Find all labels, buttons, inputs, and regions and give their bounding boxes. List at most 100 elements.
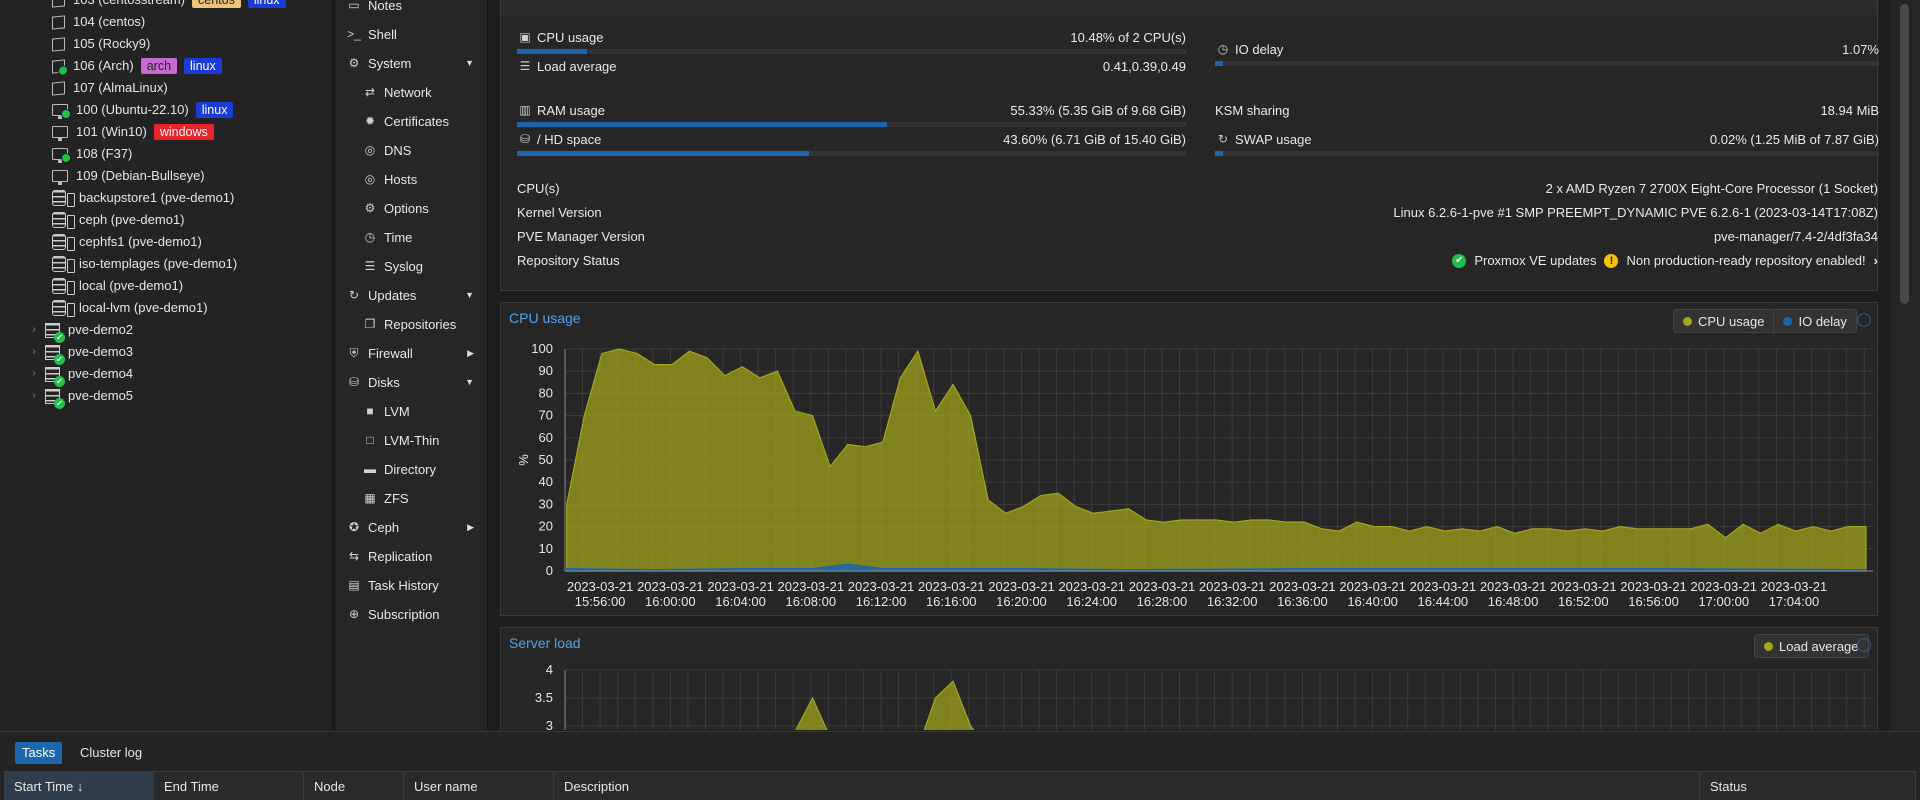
pve-version-value: pve-manager/7.4-2/4df3fa34	[1713, 229, 1878, 244]
tree-item-local-pve-demo1[interactable]: local (pve-demo1)	[52, 275, 183, 297]
menu-item-network[interactable]: ⇄ Network	[336, 78, 488, 107]
tab-cluster-log[interactable]: Cluster log	[73, 742, 149, 764]
x-tick-label-time: 16:24:00	[1066, 594, 1117, 609]
container-icon	[52, 14, 65, 30]
menu-item-time[interactable]: ◷ Time	[336, 223, 488, 252]
expand-chevron-icon[interactable]: ›	[28, 385, 40, 407]
tree-item-backupstore1-pve-demo1[interactable]: backupstore1 (pve-demo1)	[52, 187, 234, 209]
menu-item-dns[interactable]: ◎ DNS	[336, 136, 488, 165]
column-header-status[interactable]: Status	[1700, 772, 1916, 800]
refresh-icon: ↻	[348, 288, 360, 302]
menu-item-lvm[interactable]: ■ LVM	[336, 397, 488, 426]
menu-item-notes[interactable]: ▭ Notes	[336, 0, 488, 20]
tree-item-103-centosstream[interactable]: 103 (centosstream) centos linux	[52, 0, 286, 11]
load-average-metric: ☰ Load average 0.41,0.39,0.49	[517, 59, 1186, 89]
tree-item-pve-demo2[interactable]: › pve-demo2	[28, 319, 133, 343]
scrollbar-thumb[interactable]	[1900, 4, 1909, 304]
tree-item-106-arch[interactable]: 106 (Arch) arch linux	[52, 55, 222, 77]
y-tick-label: 4	[546, 662, 553, 677]
menu-item-zfs[interactable]: ▦ ZFS	[336, 484, 488, 513]
menu-item-syslog[interactable]: ☰ Syslog	[336, 252, 488, 281]
storage-icon	[52, 300, 75, 317]
y-tick-label: 60	[539, 430, 553, 445]
hd-space-fill	[517, 151, 809, 156]
tree-item-100-ubuntu-22-10[interactable]: 100 (Ubuntu-22.10) linux	[52, 99, 234, 121]
x-tick-label-date: 2023-03-21	[637, 579, 704, 594]
tab-tasks[interactable]: Tasks	[15, 742, 63, 764]
menu-item-certificates[interactable]: ✹ Certificates	[336, 107, 488, 136]
tree-item-101-win10[interactable]: 101 (Win10) windows	[52, 121, 214, 143]
menu-item-ceph[interactable]: ✪ Ceph ▶	[336, 513, 488, 542]
repo-status-value[interactable]: ✔ Proxmox VE updates ! Non production-re…	[1452, 253, 1878, 268]
column-header-end-time[interactable]: End Time	[154, 772, 304, 800]
tree-item-pve-demo5[interactable]: › pve-demo5	[28, 385, 133, 409]
caret-right-icon[interactable]: ▶	[467, 339, 474, 368]
io-delay-fill	[1215, 61, 1223, 66]
expand-chevron-icon[interactable]: ›	[28, 363, 40, 385]
cpu-usage-value: 10.48% of 2 CPU(s)	[1070, 30, 1186, 45]
column-header-user-name[interactable]: User name	[404, 772, 554, 800]
x-tick-label-date: 2023-03-21	[1058, 579, 1125, 594]
menu-item-replication[interactable]: ⇆ Replication	[336, 542, 488, 571]
x-tick-label-time: 16:48:00	[1488, 594, 1539, 609]
container-icon	[52, 80, 65, 96]
menu-item-lvm-thin[interactable]: □ LVM-Thin	[336, 426, 488, 455]
node-summary: ▣ CPU usage 10.48% of 2 CPU(s) ☰ Load av…	[490, 0, 1886, 730]
menu-item-repositories[interactable]: ❐ Repositories	[336, 310, 488, 339]
tree-item-pve-demo4[interactable]: › pve-demo4	[28, 363, 133, 387]
ksm-sharing-label: KSM sharing	[1215, 103, 1290, 118]
column-header-node[interactable]: Node	[304, 772, 404, 800]
tree-item-iso-templages-pve-demo1[interactable]: iso-templages (pve-demo1)	[52, 253, 237, 275]
repo-status-label: Repository Status	[517, 253, 620, 268]
tree-item-107-almalinux[interactable]: 107 (AlmaLinux)	[52, 77, 168, 99]
x-tick-label-date: 2023-03-21	[988, 579, 1054, 594]
pve-version-row: PVE Manager Version pve-manager/7.4-2/4d…	[517, 229, 1878, 249]
menu-item-directory[interactable]: ▬ Directory	[336, 455, 488, 484]
io-delay-label: IO delay	[1235, 42, 1284, 57]
tree-item-ceph-pve-demo1[interactable]: ceph (pve-demo1)	[52, 209, 185, 231]
caret-right-icon[interactable]: ▶	[467, 513, 474, 542]
menu-item-label: Time	[384, 230, 413, 245]
tree-item-105-rocky9[interactable]: 105 (Rocky9)	[52, 33, 150, 55]
x-tick-label-time: 16:36:00	[1277, 594, 1328, 609]
tree-item-108-f37[interactable]: 108 (F37)	[52, 143, 132, 165]
menu-item-system[interactable]: ⚙ System ▼	[336, 49, 488, 78]
x-tick-label-date: 2023-03-21	[707, 579, 774, 594]
column-header-description[interactable]: Description	[554, 772, 1700, 800]
tree-item-104-centos[interactable]: 104 (centos)	[52, 11, 145, 33]
tree-item-label: cephfs1 (pve-demo1)	[79, 234, 202, 249]
caret-down-icon[interactable]: ▼	[465, 49, 474, 78]
chart-settings-icon[interactable]	[1857, 313, 1871, 327]
tree-item-label: 108 (F37)	[76, 146, 133, 161]
menu-item-firewall[interactable]: ⛨ Firewall ▶	[336, 339, 488, 368]
caret-down-icon[interactable]: ▼	[465, 281, 474, 310]
menu-item-updates[interactable]: ↻ Updates ▼	[336, 281, 488, 310]
caret-down-icon[interactable]: ▼	[465, 368, 474, 397]
tree-item-local-lvm-pve-demo1[interactable]: local-lvm (pve-demo1)	[52, 297, 208, 319]
expand-chevron-icon[interactable]: ›	[28, 319, 40, 341]
menu-item-label: ZFS	[384, 491, 409, 506]
column-header-start-time[interactable]: Start Time ↓	[4, 772, 154, 800]
clock-icon: ◷	[1217, 42, 1229, 56]
expand-chevron-icon[interactable]: ›	[28, 341, 40, 363]
tree-item-pve-demo3[interactable]: › pve-demo3	[28, 341, 133, 365]
ceph-icon: ✪	[348, 520, 360, 534]
menu-item-disks[interactable]: ⛁ Disks ▼	[336, 368, 488, 397]
menu-item-hosts[interactable]: ◎ Hosts	[336, 165, 488, 194]
tree-item-label: backupstore1 (pve-demo1)	[79, 190, 235, 205]
menu-item-subscription[interactable]: ⊕ Subscription	[336, 600, 488, 629]
load-chart-settings-icon[interactable]	[1857, 638, 1871, 652]
load-chart-svg: 33.54	[535, 662, 1873, 730]
tree-item-cephfs1-pve-demo1[interactable]: cephfs1 (pve-demo1)	[52, 231, 202, 253]
menu-item-shell[interactable]: >_ Shell	[336, 20, 488, 49]
io-delay-bar	[1215, 61, 1879, 66]
hdd-icon: ⛁	[519, 132, 531, 146]
tree-item-109-debian-bullseye[interactable]: 109 (Debian-Bullseye)	[52, 165, 205, 187]
main-scrollbar[interactable]	[1891, 0, 1920, 730]
menu-item-task-history[interactable]: ▤ Task History	[336, 571, 488, 600]
menu-item-options[interactable]: ⚙ Options	[336, 194, 488, 223]
x-tick-label-time: 16:32:00	[1207, 594, 1258, 609]
y-tick-label: 20	[539, 519, 553, 534]
ram-usage-metric: ▥ RAM usage 55.33% (5.35 GiB of 9.68 GiB…	[517, 103, 1186, 133]
status-panel-header-strip	[501, 0, 1877, 15]
